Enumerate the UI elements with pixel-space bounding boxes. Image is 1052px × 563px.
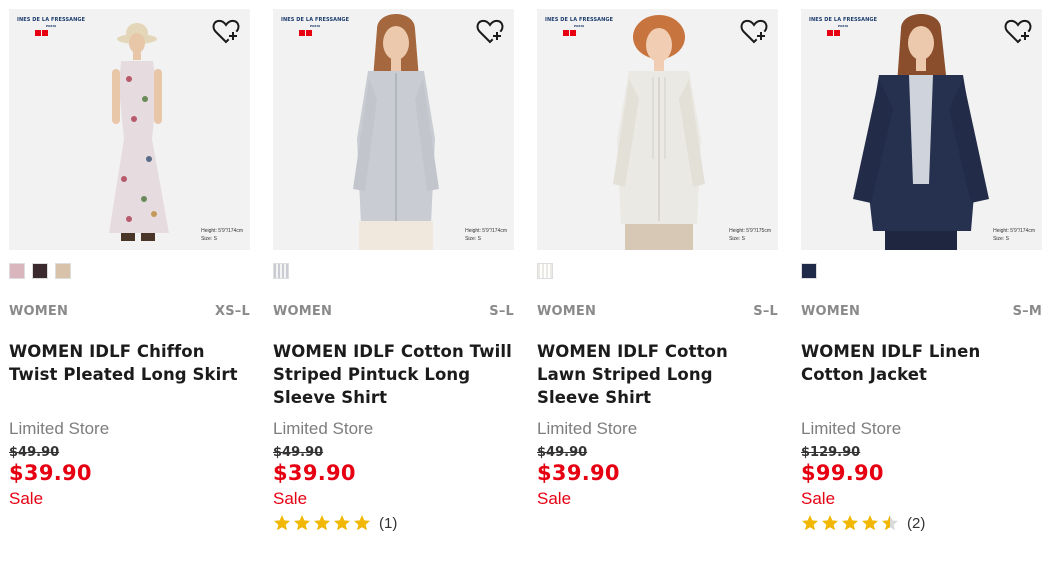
- size-range: S–L: [489, 304, 514, 319]
- product-card[interactable]: INES DE LA FRESSANGE PARIS Height: 5'9"/…: [9, 9, 250, 509]
- add-to-wishlist-icon[interactable]: [740, 19, 768, 45]
- rating-stars: [801, 514, 899, 532]
- color-swatch[interactable]: [9, 263, 25, 279]
- product-category: WOMEN: [537, 304, 597, 319]
- product-category: WOMEN: [9, 304, 69, 319]
- size-range: XS–L: [215, 304, 250, 319]
- sale-flag: Sale: [273, 489, 308, 508]
- color-swatch[interactable]: [55, 263, 71, 279]
- product-card[interactable]: INES DE LA FRESSANGE PARIS Height: 5'9"/1…: [537, 9, 778, 509]
- star-filled-icon: [294, 515, 310, 531]
- product-name[interactable]: WOMEN IDLF Linen Cotton Jacket: [801, 340, 1042, 409]
- color-swatches: [273, 263, 514, 281]
- sale-price: $39.90: [537, 461, 620, 485]
- original-price: $129.90: [801, 445, 861, 460]
- sale-flag: Sale: [801, 489, 836, 508]
- model-photo: [613, 15, 705, 250]
- size-range: S–M: [1012, 304, 1042, 319]
- color-swatches: [9, 263, 250, 281]
- store-availability: Limited Store: [273, 419, 374, 438]
- model-photo: [109, 23, 169, 241]
- product-card[interactable]: INES DE LA FRESSANGE PARIS Height: 5'9"/1…: [801, 9, 1042, 532]
- model-photo: [353, 14, 439, 250]
- model-info: Height: 5'9"/174cm Size: S: [465, 228, 507, 242]
- color-swatches: [537, 263, 778, 281]
- product-category: WOMEN: [273, 304, 333, 319]
- star-filled-icon: [334, 515, 350, 531]
- product-image[interactable]: INES DE LA FRESSANGE PARIS Height: 5'9"/1…: [537, 9, 778, 250]
- product-image[interactable]: INES DE LA FRESSANGE PARIS Height: 5'9"/1…: [801, 9, 1042, 250]
- sale-flag: Sale: [537, 489, 572, 508]
- star-filled-icon: [314, 515, 330, 531]
- review-count: (1): [379, 514, 398, 532]
- color-swatches: [801, 263, 1042, 281]
- star-filled-icon: [842, 515, 858, 531]
- product-name[interactable]: WOMEN IDLF Cotton Twill Striped Pintuck …: [273, 340, 514, 409]
- star-filled-icon: [822, 515, 838, 531]
- color-swatch[interactable]: [537, 263, 553, 279]
- original-price: $49.90: [9, 445, 60, 460]
- model-info: Height: 5'9"/174cm Size: S: [993, 228, 1035, 242]
- sale-price: $99.90: [801, 461, 884, 485]
- sale-flag: Sale: [9, 489, 44, 508]
- product-rating[interactable]: (1): [273, 514, 514, 532]
- sale-price: $39.90: [273, 461, 356, 485]
- review-count: (2): [907, 514, 926, 532]
- store-availability: Limited Store: [537, 419, 638, 438]
- store-availability: Limited Store: [9, 419, 110, 438]
- sale-price: $39.90: [9, 461, 92, 485]
- color-swatch[interactable]: [273, 263, 289, 279]
- add-to-wishlist-icon[interactable]: [212, 19, 240, 45]
- color-swatch[interactable]: [801, 263, 817, 279]
- color-swatch[interactable]: [32, 263, 48, 279]
- star-filled-icon: [802, 515, 818, 531]
- product-image[interactable]: INES DE LA FRESSANGE PARIS Height: 5'9"/1…: [273, 9, 514, 250]
- model-info: Height: 5'9"/174cm Size: S: [201, 228, 243, 242]
- product-category: WOMEN: [801, 304, 861, 319]
- store-availability: Limited Store: [801, 419, 902, 438]
- star-half-icon: [882, 515, 898, 531]
- size-range: S–L: [753, 304, 778, 319]
- add-to-wishlist-icon[interactable]: [476, 19, 504, 45]
- star-filled-icon: [274, 515, 290, 531]
- product-name[interactable]: WOMEN IDLF Chiffon Twist Pleated Long Sk…: [9, 340, 250, 409]
- model-photo: [853, 14, 989, 250]
- product-rating[interactable]: (2): [801, 514, 1042, 532]
- rating-stars: [273, 514, 371, 532]
- product-image[interactable]: INES DE LA FRESSANGE PARIS Height: 5'9"/…: [9, 9, 250, 250]
- original-price: $49.90: [537, 445, 588, 460]
- star-filled-icon: [354, 515, 370, 531]
- product-name[interactable]: WOMEN IDLF Cotton Lawn Striped Long Slee…: [537, 340, 778, 409]
- star-filled-icon: [862, 515, 878, 531]
- original-price: $49.90: [273, 445, 324, 460]
- add-to-wishlist-icon[interactable]: [1004, 19, 1032, 45]
- product-card[interactable]: INES DE LA FRESSANGE PARIS Height: 5'9"/1…: [273, 9, 514, 532]
- product-grid: INES DE LA FRESSANGE PARIS Height: 5'9"/…: [0, 0, 1052, 563]
- model-info: Height: 5'9"/175cm Size: S: [729, 228, 771, 242]
